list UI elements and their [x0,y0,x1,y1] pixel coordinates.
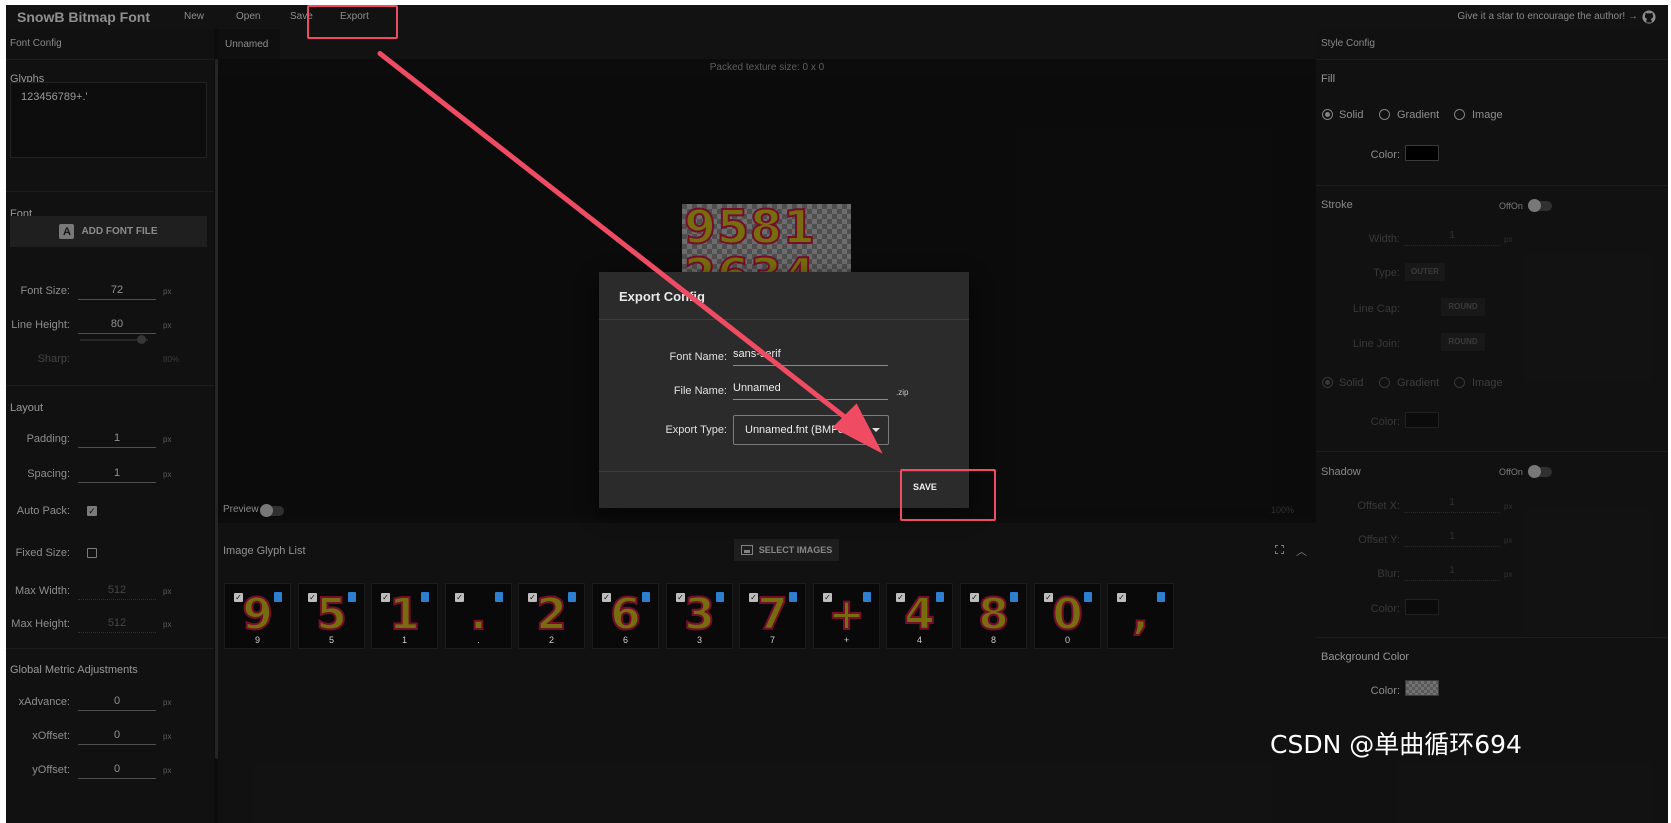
trash-icon[interactable] [716,592,724,602]
glyph-label: 7 [769,635,775,645]
divider [599,319,969,320]
export-type-value: Unnamed.fnt (BMFont TEXT) [745,424,863,436]
glyph-label: 5 [328,635,334,645]
glyph-tile-checkbox[interactable]: ✓ [381,593,390,602]
save-highlight-box [900,469,996,521]
caret-down-icon [872,428,880,432]
trash-icon[interactable] [789,592,797,602]
glyph-tile-checkbox[interactable]: ✓ [823,593,832,602]
trash-icon[interactable] [348,592,356,602]
glyph-label: 1 [401,635,407,645]
glyph-label: 4 [916,635,922,645]
font-name-label: Font Name: [669,351,727,363]
glyph-tile-checkbox[interactable]: ✓ [455,593,464,602]
file-name-label: File Name: [673,385,727,397]
glyph-tile-checkbox[interactable]: ✓ [896,593,905,602]
trash-icon[interactable] [495,592,503,602]
glyph-tile-checkbox[interactable]: ✓ [749,593,758,602]
export-type-select[interactable]: Unnamed.fnt (BMFont TEXT) [733,415,889,445]
glyph-tile-checkbox[interactable]: ✓ [602,593,611,602]
glyph-label: + [843,635,850,645]
export-highlight-box [307,5,398,39]
file-extension: .zip [896,388,909,397]
glyph-label: 3 [696,635,702,645]
trash-icon[interactable] [1010,592,1018,602]
glyph-label: 6 [622,635,628,645]
trash-icon[interactable] [568,592,576,602]
csdn-watermark: CSDN @单曲循环694 [1270,730,1522,759]
trash-icon[interactable] [1157,592,1165,602]
trash-icon[interactable] [642,592,650,602]
glyph-tile-checkbox[interactable]: ✓ [1044,593,1053,602]
glyph-tile-checkbox[interactable]: ✓ [676,593,685,602]
file-name-input[interactable]: Unnamed [733,382,888,400]
trash-icon[interactable] [274,592,282,602]
glyph-label: 2 [548,635,554,645]
trash-icon[interactable] [936,592,944,602]
export-type-label: Export Type: [665,424,727,436]
trash-icon[interactable] [863,592,871,602]
glyph-tile-checkbox[interactable]: ✓ [234,593,243,602]
app-window: SnowB Bitmap Font New Open Save Export G… [6,5,1668,823]
trash-icon[interactable] [421,592,429,602]
font-name-input[interactable]: sans-serif [733,348,888,366]
glyph-label: 0 [1064,635,1070,645]
glyph-tile-checkbox[interactable]: ✓ [970,593,979,602]
glyph-tile-checkbox[interactable]: ✓ [308,593,317,602]
trash-icon[interactable] [1084,592,1092,602]
glyph-label: . [477,635,480,645]
dialog-title: Export Config [619,289,705,304]
glyph-tile-checkbox[interactable]: ✓ [1117,593,1126,602]
glyph-label: 9 [254,635,260,645]
glyph-tile-checkbox[interactable]: ✓ [528,593,537,602]
glyph-label: 8 [990,635,996,645]
